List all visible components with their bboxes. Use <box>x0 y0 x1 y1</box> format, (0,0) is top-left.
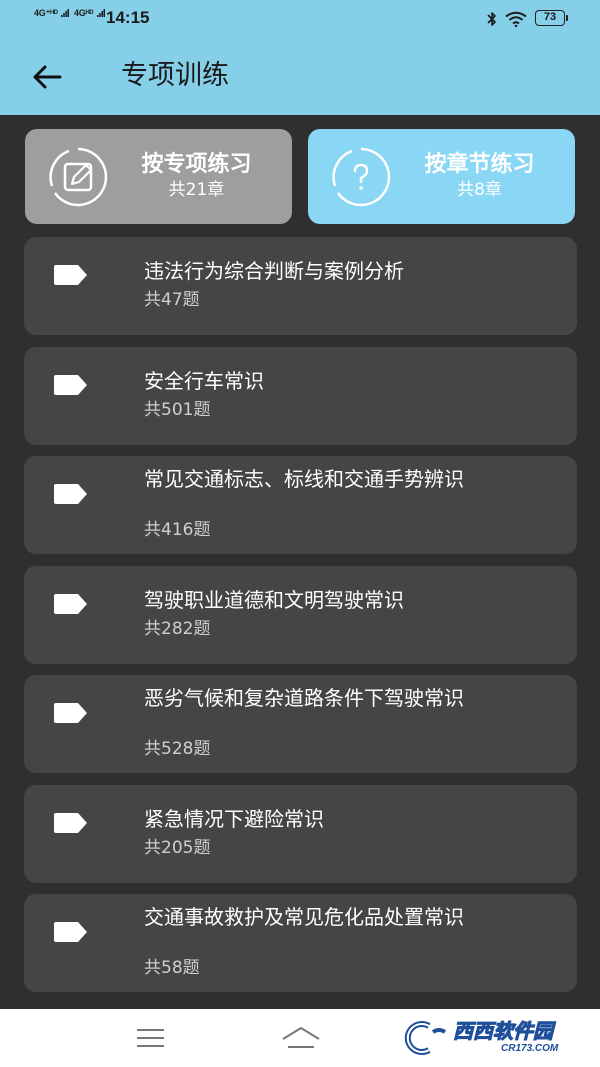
practice-by-topic-button[interactable]: 按专项练习 共21章 <box>25 129 292 224</box>
watermark-logo-icon <box>404 1021 447 1055</box>
page-title: 专项训练 <box>121 60 229 91</box>
list-item-count: 共47题 <box>144 290 200 310</box>
label-tag-icon <box>54 922 87 942</box>
bluetooth-icon <box>487 12 496 26</box>
list-item-title: 交通事故救护及常见危化品处置常识 <box>144 905 464 929</box>
list-item-count: 共501题 <box>144 400 211 420</box>
list-item-title: 安全行车常识 <box>144 369 264 393</box>
question-circle-icon <box>332 147 391 207</box>
battery-icon: 73 <box>535 10 568 26</box>
list-item[interactable]: 交通事故救护及常见危化品处置常识 共58题 <box>24 894 577 992</box>
signal-icon <box>96 9 105 17</box>
wifi-icon <box>505 11 527 27</box>
list-item[interactable]: 常见交通标志、标线和交通手势辨识 共416题 <box>24 456 577 554</box>
label-tag-icon <box>54 265 87 285</box>
network-indicator-1: 4G⁺ᴴᴰ <box>34 8 70 18</box>
mode-label: 按章节练习 <box>424 152 535 177</box>
home-icon[interactable] <box>280 1025 322 1049</box>
watermark-text: 西西软件园 <box>453 1019 554 1044</box>
list-item[interactable]: 恶劣气候和复杂道路条件下驾驶常识 共528题 <box>24 675 577 773</box>
list-item-count: 共205题 <box>144 838 211 858</box>
app-bar: 专项训练 <box>0 38 600 115</box>
list-item-count: 共528题 <box>144 739 211 759</box>
list-item[interactable]: 安全行车常识 共501题 <box>24 347 577 445</box>
mode-label: 按专项练习 <box>141 152 252 177</box>
label-tag-icon <box>54 703 87 723</box>
list-item-count: 共58题 <box>144 958 200 978</box>
list-item[interactable]: 紧急情况下避险常识 共205题 <box>24 785 577 883</box>
arrow-left-icon[interactable] <box>30 62 64 92</box>
list-item-title: 恶劣气候和复杂道路条件下驾驶常识 <box>144 686 464 710</box>
network-indicator-2: 4Gᴴᴰ <box>74 9 105 18</box>
list-item-count: 共282题 <box>144 619 211 639</box>
label-tag-icon <box>54 594 87 614</box>
edit-note-icon <box>49 147 108 207</box>
network-label-2: 4Gᴴᴰ <box>74 8 94 18</box>
clock: 14:15 <box>106 8 150 27</box>
list-item-title: 紧急情况下避险常识 <box>144 807 324 831</box>
list-item[interactable]: 违法行为综合判断与案例分析 共47题 <box>24 237 577 335</box>
menu-icon[interactable] <box>136 1027 165 1049</box>
practice-by-chapter-button[interactable]: 按章节练习 共8章 <box>308 129 575 224</box>
network-label-1: 4G⁺ᴴᴰ <box>34 8 58 18</box>
list-item-title: 常见交通标志、标线和交通手势辨识 <box>144 467 464 491</box>
label-tag-icon <box>54 484 87 504</box>
status-bar: 4G⁺ᴴᴰ 4Gᴴᴰ 14:15 73 <box>0 0 600 38</box>
watermark: 西西软件园 CR173.COM <box>401 1018 581 1058</box>
watermark-url: CR173.COM <box>501 1043 559 1054</box>
signal-icon <box>61 9 70 17</box>
list-item[interactable]: 驾驶职业道德和文明驾驶常识 共282题 <box>24 566 577 664</box>
mode-count: 共8章 <box>457 180 502 200</box>
label-tag-icon <box>54 813 87 833</box>
list-item-count: 共416题 <box>144 520 211 540</box>
mode-count: 共21章 <box>168 180 225 200</box>
label-tag-icon <box>54 375 87 395</box>
list-item-title: 驾驶职业道德和文明驾驶常识 <box>144 588 404 612</box>
list-item-title: 违法行为综合判断与案例分析 <box>144 259 404 283</box>
